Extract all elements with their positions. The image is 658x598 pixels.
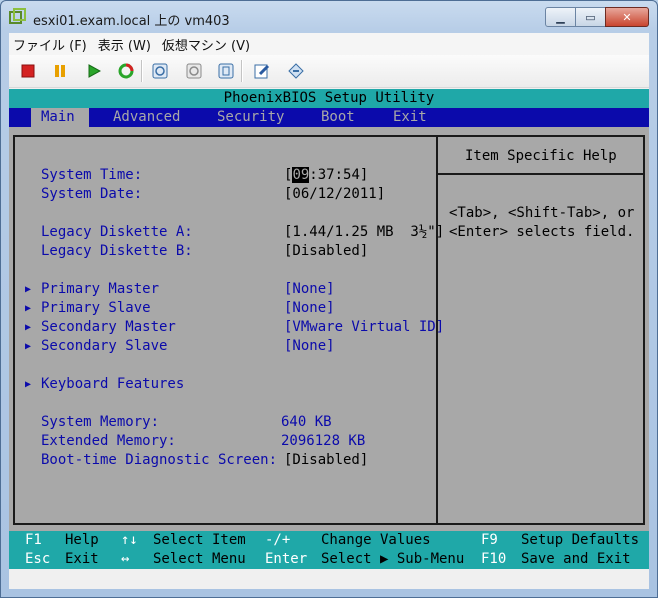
extended-memory-value: 2096128 KB (281, 433, 366, 449)
pause-icon (55, 65, 65, 77)
bios-tab-exit[interactable]: Exit (393, 108, 427, 127)
submenu-arrow-icon: ▶ (25, 303, 32, 314)
bios-help-panel (436, 135, 645, 525)
system-date-label: System Date: (41, 186, 143, 202)
system-time-label: System Time: (41, 167, 143, 183)
footer-f10-key: F10 (481, 551, 507, 567)
minimize-button[interactable]: ▁ (545, 7, 576, 27)
bios-tab-boot[interactable]: Boot (321, 108, 355, 127)
system-time-hour[interactable]: 09 (292, 167, 310, 183)
footer-f1-key: F1 (25, 532, 42, 548)
client-area: ファイル (F) 表示 (W) 仮想マシン (V) PhoenixBIOS Se… (9, 33, 649, 589)
tools-icon (288, 63, 304, 79)
window-title: esxi01.exam.local 上の vm403 (33, 14, 230, 29)
secondary-slave-value: [None] (284, 338, 335, 354)
system-memory-value: 640 KB (281, 414, 332, 430)
submenu-arrow-icon: ▶ (25, 379, 32, 390)
close-icon: ✕ (622, 10, 632, 24)
diskette-a-label: Legacy Diskette A: (41, 224, 193, 240)
footer-f10-desc: Save and Exit (521, 551, 631, 567)
secondary-slave-label[interactable]: Secondary Slave (41, 337, 167, 356)
system-time-value[interactable]: [09:37:54] (284, 166, 368, 185)
bios-menu-bar: Main Advanced Security Boot Exit (9, 108, 649, 127)
snapshot-icon (152, 63, 168, 79)
footer-enter-desc: Select ▶ Sub-Menu (321, 551, 465, 567)
vsphere-app-icon (9, 8, 26, 24)
bios-tab-main[interactable]: Main (31, 108, 89, 127)
maximize-button[interactable]: ▭ (575, 7, 606, 27)
diskette-b-label: Legacy Diskette B: (41, 243, 193, 259)
footer-minusplus-key: -/+ (265, 532, 291, 548)
power-on-button[interactable] (83, 60, 105, 82)
help-title: Item Specific Help (465, 148, 617, 164)
keyboard-features-label[interactable]: Keyboard Features (41, 375, 184, 394)
bios-console[interactable]: PhoenixBIOS Setup Utility Main Advanced … (9, 89, 649, 569)
footer-leftright-desc: Select Menu (153, 551, 246, 567)
footer-enter-key: Enter (265, 551, 308, 567)
help-line-2: <Enter> selects field. (449, 224, 635, 240)
footer-updown-key: ↑↓ (121, 532, 138, 548)
window-controls: ▁ ▭ ✕ (545, 7, 649, 27)
submenu-arrow-icon: ▶ (25, 284, 32, 295)
secondary-master-value: [VMware Virtual ID] (284, 319, 445, 335)
footer-f1-desc: Help (65, 532, 99, 548)
bios-title: PhoenixBIOS Setup Utility (9, 89, 649, 108)
power-off-button[interactable] (17, 60, 39, 82)
snapshot-manager-icon (218, 63, 234, 79)
primary-master-label[interactable]: Primary Master (41, 280, 159, 299)
submenu-arrow-icon: ▶ (25, 322, 32, 333)
title-bar[interactable]: esxi01.exam.local 上の vm403 ▁ ▭ ✕ (1, 1, 657, 33)
maximize-icon: ▭ (585, 10, 596, 24)
system-date-value[interactable]: [06/12/2011] (284, 185, 385, 204)
edit-settings-button[interactable] (251, 60, 273, 82)
boot-diag-value[interactable]: [Disabled] (284, 451, 368, 470)
footer-updown-desc: Select Item (153, 532, 246, 548)
menu-bar: ファイル (F) 表示 (W) 仮想マシン (V) (9, 33, 649, 55)
suspend-button[interactable] (49, 60, 71, 82)
menu-vm[interactable]: 仮想マシン (V) (158, 35, 257, 54)
vm-console-window: esxi01.exam.local 上の vm403 ▁ ▭ ✕ ファイル (F… (0, 0, 658, 598)
footer-minusplus-desc: Change Values (321, 532, 431, 548)
diskette-a-value[interactable]: [1.44/1.25 MB 3½"] (284, 223, 444, 242)
diskette-b-value[interactable]: [Disabled] (284, 242, 368, 261)
install-tools-button[interactable] (285, 60, 307, 82)
status-bar (9, 569, 649, 589)
menu-file[interactable]: ファイル (F) (9, 35, 94, 54)
footer-esc-desc: Exit (65, 551, 99, 567)
footer-esc-key: Esc (25, 551, 51, 567)
bios-tab-advanced[interactable]: Advanced (113, 108, 180, 127)
snapshot-manager-button[interactable] (215, 60, 237, 82)
extended-memory-label: Extended Memory: (41, 433, 176, 449)
bios-footer: F1 Help ↑↓ Select Item -/+ Change Values… (9, 531, 649, 569)
boot-diag-label: Boot-time Diagnostic Screen: (41, 452, 278, 468)
primary-master-value: [None] (284, 281, 335, 297)
system-memory-label: System Memory: (41, 414, 160, 430)
close-button[interactable]: ✕ (605, 7, 649, 27)
minimize-icon: ▁ (556, 10, 565, 24)
revert-icon (186, 63, 202, 79)
bios-tab-security[interactable]: Security (217, 108, 284, 127)
primary-slave-value: [None] (284, 300, 335, 316)
footer-f9-desc: Setup Defaults (521, 532, 640, 548)
primary-slave-label[interactable]: Primary Slave (41, 299, 151, 318)
refresh-icon (118, 63, 134, 79)
edit-settings-icon (254, 64, 270, 79)
play-icon (88, 64, 101, 78)
revert-snapshot-button[interactable] (183, 60, 205, 82)
reset-button[interactable] (115, 60, 137, 82)
stop-icon (21, 64, 35, 78)
menu-view[interactable]: 表示 (W) (94, 35, 158, 54)
submenu-arrow-icon: ▶ (25, 341, 32, 352)
footer-f9-key: F9 (481, 532, 498, 548)
take-snapshot-button[interactable] (149, 60, 171, 82)
footer-leftright-key: ↔ (121, 551, 130, 567)
system-time-rest: :37:54] (309, 167, 369, 183)
toolbar (9, 55, 649, 88)
help-line-1: <Tab>, <Shift-Tab>, or (449, 205, 635, 221)
secondary-master-label[interactable]: Secondary Master (41, 318, 176, 337)
